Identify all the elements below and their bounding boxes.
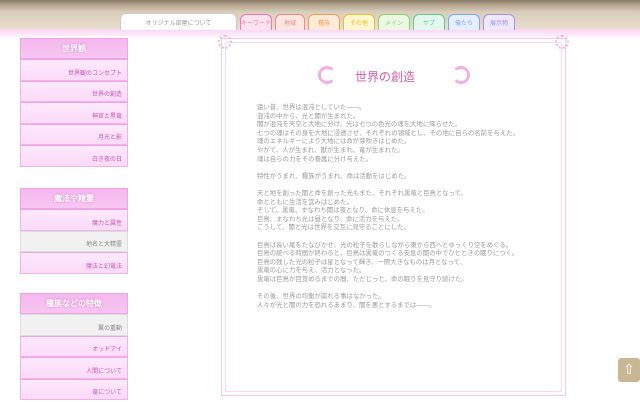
tab-7[interactable]: 俺たち — [448, 14, 480, 30]
sidebar-section: 世界観 世界観のコンセプト 世界の創造 神官と黒竜 月光と影 白き夜の日 — [20, 38, 128, 167]
scroll-to-top-button[interactable]: ⇧ — [618, 358, 640, 382]
sidebar-link[interactable]: オッドアイ — [20, 335, 128, 357]
sidebar-link[interactable]: 魔法と幻竜法 — [20, 252, 128, 274]
sidebar-link[interactable]: 人間について — [20, 357, 128, 379]
paragraph: 特性がうまれ、種族がうまれ、命は活動をはじめた。 — [257, 171, 411, 180]
paragraph: 巨鳥は長い尾をたなびかせ、光の粒子を散らしながら東から西へとゆっくり空をめぐる。… — [257, 240, 519, 283]
sidebar-link[interactable]: 魔力と属性 — [20, 209, 128, 231]
article-body: 遠い昔、世界は混沌としていた――。 混沌の中から、光と闇が生まれた。 闇が混沌を… — [257, 103, 557, 318]
paragraph: 遠い昔、世界は混沌としていた――。 混沌の中から、光と闇が生まれた。 闇が混沌を… — [257, 103, 520, 163]
ornament-icon — [218, 35, 232, 49]
tab-8[interactable]: 展示物 — [483, 14, 515, 30]
sidebar-link[interactable]: 神官と黒竜 — [20, 102, 128, 124]
sidebar-link[interactable]: 世界観のコンセプト — [20, 59, 128, 81]
sidebar-link[interactable]: 翼の重動 — [20, 314, 128, 336]
sidebar-heading: 世界観 — [20, 38, 128, 59]
tab-6[interactable]: サブ — [413, 14, 445, 30]
tab-2[interactable]: 地域 — [275, 14, 305, 30]
tab-3[interactable]: 種族 — [308, 14, 340, 30]
sidebar-link[interactable]: 白き夜の日 — [20, 145, 128, 167]
sidebar-section: 種族などの特徴 翼の重動 オッドアイ 人間について 竜について — [20, 293, 128, 400]
sidebar-heading: 魔法や精霊 — [20, 188, 128, 209]
arrow-up-icon: ⇧ — [623, 362, 635, 378]
tab-1[interactable]: キーワード — [240, 14, 272, 30]
header-band — [0, 29, 640, 37]
tab-0[interactable]: オリジナル部屋について — [120, 13, 237, 30]
page-title: 世界の創造 — [354, 70, 415, 84]
paragraph: 天と地を創った闇と命を創った光もまた、それぞれ黒竜と巨鳥となって、 命とともに生… — [257, 188, 468, 232]
sidebar-link[interactable]: 月光と影 — [20, 123, 128, 145]
sidebar-heading: 種族などの特徴 — [20, 293, 128, 314]
tab-5[interactable]: メイン — [378, 14, 410, 30]
sidebar-link[interactable]: 地名と大精霊 — [20, 230, 128, 252]
ornament-icon — [555, 35, 569, 49]
sidebar-link[interactable]: 竜について — [20, 378, 128, 400]
tab-4[interactable]: その他 — [343, 14, 375, 30]
sidebar-link[interactable]: 世界の創造 — [20, 80, 128, 102]
sidebar-section: 魔法や精霊 魔力と属性 地名と大精霊 魔法と幻竜法 — [20, 188, 128, 274]
paragraph: その後、世界の均衡が崩れる事はなかった。 人々が光と闇の力を恐れるあまり、闇を悪… — [257, 292, 436, 309]
crescent-ornament-icon — [452, 66, 470, 84]
